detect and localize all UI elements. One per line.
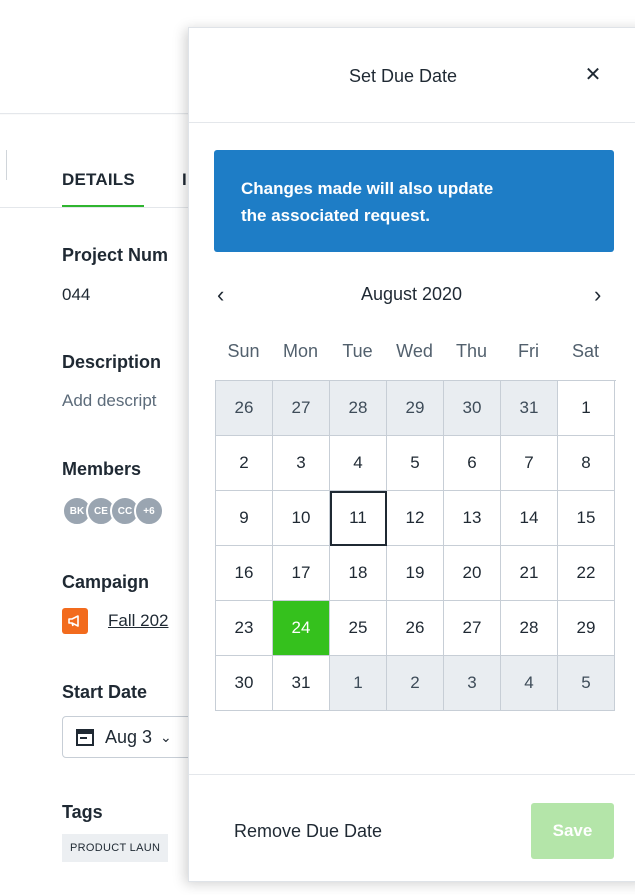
chevron-down-icon: ⌄ <box>160 728 172 745</box>
campaign-label: Campaign <box>62 572 150 592</box>
calendar-day[interactable]: 19 <box>387 546 444 601</box>
weekday-header: Sun Mon Tue Wed Thu Fri Sat <box>215 341 615 362</box>
campaign-link[interactable]: Fall 202 <box>108 611 168 631</box>
calendar-day[interactable]: 27 <box>273 381 330 436</box>
calendar-day[interactable]: 23 <box>216 601 273 656</box>
tabs-divider <box>0 207 190 208</box>
calendar-day[interactable]: 1 <box>330 656 387 711</box>
calendar-day[interactable]: 29 <box>387 381 444 436</box>
calendar-day[interactable]: 16 <box>216 546 273 601</box>
calendar-day[interactable]: 5 <box>387 436 444 491</box>
calendar-day[interactable]: 2 <box>216 436 273 491</box>
chevron-right-icon[interactable]: › <box>594 282 601 308</box>
calendar-day[interactable]: 3 <box>273 436 330 491</box>
divider <box>6 150 7 180</box>
weekday-label: Sun <box>227 341 260 361</box>
calendar-day[interactable]: 26 <box>387 601 444 656</box>
calendar-day[interactable]: 21 <box>501 546 558 601</box>
calendar-day[interactable]: 31 <box>501 381 558 436</box>
remove-due-date-button[interactable]: Remove Due Date <box>234 821 382 842</box>
avatar-overflow[interactable]: +6 <box>134 496 164 526</box>
start-date-value: Aug 3 <box>105 726 153 747</box>
calendar-day[interactable]: 14 <box>501 491 558 546</box>
chevron-left-icon[interactable]: ‹ <box>217 282 224 308</box>
close-icon[interactable]: ✕ <box>581 62 605 86</box>
calendar-day[interactable]: 31 <box>273 656 330 711</box>
calendar-day[interactable]: 9 <box>216 491 273 546</box>
tab-second[interactable]: I <box>182 170 187 190</box>
calendar-day[interactable]: 27 <box>444 601 501 656</box>
weekday-label: Mon <box>282 341 318 361</box>
project-number-label: Project Num <box>62 245 169 265</box>
calendar-day[interactable]: 22 <box>558 546 615 601</box>
calendar-day[interactable]: 25 <box>330 601 387 656</box>
calendar-grid: 26 27 28 29 30 31 1 2 3 4 5 6 7 8 9 10 1… <box>215 380 616 711</box>
start-date-picker[interactable]: Aug 3 ⌄ <box>62 716 202 758</box>
calendar-day[interactable]: 26 <box>216 381 273 436</box>
weekday-label: Tue <box>342 341 373 361</box>
calendar-day[interactable]: 13 <box>444 491 501 546</box>
calendar-day[interactable]: 2 <box>387 656 444 711</box>
weekday-label: Fri <box>518 341 539 361</box>
megaphone-icon <box>62 608 88 634</box>
members-label: Members <box>62 459 142 479</box>
calendar-day[interactable]: 4 <box>330 436 387 491</box>
calendar-day[interactable]: 8 <box>558 436 615 491</box>
calendar-icon <box>76 729 94 746</box>
calendar-day[interactable]: 20 <box>444 546 501 601</box>
calendar-day[interactable]: 28 <box>330 381 387 436</box>
modal-footer: Remove Due Date Save <box>189 774 635 883</box>
weekday-label: Sat <box>571 341 600 361</box>
calendar-day[interactable]: 12 <box>387 491 444 546</box>
calendar-day[interactable]: 7 <box>501 436 558 491</box>
calendar-day[interactable]: 30 <box>444 381 501 436</box>
calendar-day[interactable]: 18 <box>330 546 387 601</box>
calendar-day[interactable]: 4 <box>501 656 558 711</box>
modal-header: Set Due Date ✕ <box>189 28 635 123</box>
weekday-label: Thu <box>455 341 488 361</box>
modal-title: Set Due Date <box>349 66 458 86</box>
tab-details[interactable]: DETAILS <box>62 170 135 190</box>
calendar-day[interactable]: 29 <box>558 601 615 656</box>
due-date-modal: Set Due Date ✕ Changes made will also up… <box>188 27 635 882</box>
project-number-value: 044 <box>62 285 91 304</box>
calendar-day-selected[interactable]: 24 <box>273 601 330 656</box>
tags-label: Tags <box>62 802 103 822</box>
campaign-row: Fall 202 <box>62 608 168 634</box>
calendar-day[interactable]: 17 <box>273 546 330 601</box>
banner-text-line1: Changes made will also update <box>241 179 494 198</box>
weekday-label: Wed <box>396 341 433 361</box>
members-list: BK CE CC +6 <box>62 496 164 526</box>
calendar-day[interactable]: 3 <box>444 656 501 711</box>
calendar-day[interactable]: 30 <box>216 656 273 711</box>
banner-text-line2: the associated request. <box>241 206 430 225</box>
calendar-day[interactable]: 10 <box>273 491 330 546</box>
calendar-day[interactable]: 1 <box>558 381 615 436</box>
start-date-label: Start Date <box>62 682 148 702</box>
calendar-day[interactable]: 15 <box>558 491 615 546</box>
calendar-month-label: August 2020 <box>360 284 463 304</box>
calendar-day[interactable]: 6 <box>444 436 501 491</box>
description-input[interactable]: Add descript <box>62 391 157 411</box>
calendar-day[interactable]: 5 <box>558 656 615 711</box>
calendar-day[interactable]: 28 <box>501 601 558 656</box>
info-banner: Changes made will also update the associ… <box>214 150 614 252</box>
description-label: Description <box>62 352 162 372</box>
tag-chip[interactable]: PRODUCT LAUN <box>62 834 169 862</box>
save-button[interactable]: Save <box>531 803 614 859</box>
calendar-day-today[interactable]: 11 <box>330 491 387 546</box>
